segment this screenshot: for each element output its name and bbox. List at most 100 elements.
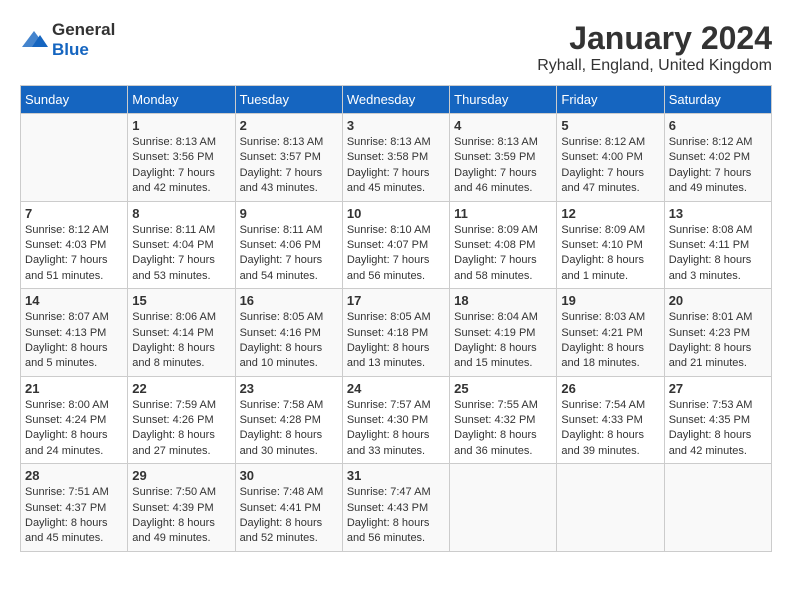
day-number: 23: [240, 381, 338, 396]
calendar-table: SundayMondayTuesdayWednesdayThursdayFrid…: [20, 85, 772, 552]
day-info: Sunrise: 8:12 AMSunset: 4:02 PMDaylight:…: [669, 135, 767, 197]
day-info: Sunrise: 8:04 AMSunset: 4:19 PMDaylight:…: [454, 310, 552, 372]
calendar-cell: 28 Sunrise: 7:51 AMSunset: 4:37 PMDayligh…: [21, 464, 128, 552]
calendar-week-4: 21 Sunrise: 8:00 AMSunset: 4:24 PMDayligh…: [21, 376, 772, 464]
day-number: 2: [240, 118, 338, 133]
day-info: Sunrise: 8:12 AMSunset: 4:03 PMDaylight:…: [25, 223, 123, 285]
calendar-week-1: 1 Sunrise: 8:13 AMSunset: 3:56 PMDaylight…: [21, 114, 772, 202]
calendar-header-row: SundayMondayTuesdayWednesdayThursdayFrid…: [21, 86, 772, 114]
calendar-cell: 1 Sunrise: 8:13 AMSunset: 3:56 PMDaylight…: [128, 114, 235, 202]
calendar-cell: 27Sunrise: 7:53 AMSunset: 4:35 PMDayligh…: [664, 376, 771, 464]
calendar-cell: 3Sunrise: 8:13 AMSunset: 3:58 PMDaylight…: [342, 114, 449, 202]
day-info: Sunrise: 7:58 AMSunset: 4:28 PMDaylight:…: [240, 398, 338, 460]
page-subtitle: Ryhall, England, United Kingdom: [537, 57, 772, 75]
day-number: 24: [347, 381, 445, 396]
day-number: 12: [561, 206, 659, 221]
page-title: January 2024: [537, 20, 772, 57]
calendar-cell: 9 Sunrise: 8:11 AMSunset: 4:06 PMDaylight…: [235, 201, 342, 289]
calendar-cell: 21 Sunrise: 8:00 AMSunset: 4:24 PMDayligh…: [21, 376, 128, 464]
day-number: 5: [561, 118, 659, 133]
day-info: Sunrise: 8:08 AMSunset: 4:11 PMDaylight:…: [669, 223, 767, 285]
calendar-cell: 14 Sunrise: 8:07 AMSunset: 4:13 PMDayligh…: [21, 289, 128, 377]
calendar-cell: 30 Sunrise: 7:48 AMSunset: 4:41 PMDayligh…: [235, 464, 342, 552]
day-info: Sunrise: 8:05 AMSunset: 4:16 PMDaylight:…: [240, 310, 338, 372]
day-number: 7: [25, 206, 123, 221]
calendar-cell: 6 Sunrise: 8:12 AMSunset: 4:02 PMDaylight…: [664, 114, 771, 202]
day-number: 10: [347, 206, 445, 221]
calendar-cell: 23 Sunrise: 7:58 AMSunset: 4:28 PMDayligh…: [235, 376, 342, 464]
day-info: Sunrise: 7:57 AMSunset: 4:30 PMDaylight:…: [347, 398, 445, 460]
calendar-cell: 15 Sunrise: 8:06 AMSunset: 4:14 PMDayligh…: [128, 289, 235, 377]
day-number: 17: [347, 293, 445, 308]
day-info: Sunrise: 7:54 AMSunset: 4:33 PMDaylight:…: [561, 398, 659, 460]
day-info: Sunrise: 8:07 AMSunset: 4:13 PMDaylight:…: [25, 310, 123, 372]
column-header-saturday: Saturday: [664, 86, 771, 114]
column-header-tuesday: Tuesday: [235, 86, 342, 114]
day-info: Sunrise: 8:10 AMSunset: 4:07 PMDaylight:…: [347, 223, 445, 285]
column-header-wednesday: Wednesday: [342, 86, 449, 114]
day-number: 9: [240, 206, 338, 221]
day-number: 19: [561, 293, 659, 308]
column-header-monday: Monday: [128, 86, 235, 114]
day-number: 20: [669, 293, 767, 308]
day-info: Sunrise: 8:11 AMSunset: 4:04 PMDaylight:…: [132, 223, 230, 285]
column-header-thursday: Thursday: [450, 86, 557, 114]
day-number: 6: [669, 118, 767, 133]
day-number: 29: [132, 468, 230, 483]
calendar-cell: [664, 464, 771, 552]
column-header-friday: Friday: [557, 86, 664, 114]
calendar-cell: 26Sunrise: 7:54 AMSunset: 4:33 PMDayligh…: [557, 376, 664, 464]
calendar-cell: 13 Sunrise: 8:08 AMSunset: 4:11 PMDayligh…: [664, 201, 771, 289]
day-info: Sunrise: 7:59 AMSunset: 4:26 PMDaylight:…: [132, 398, 230, 460]
calendar-cell: 12 Sunrise: 8:09 AMSunset: 4:10 PMDayligh…: [557, 201, 664, 289]
logo-icon: [20, 29, 48, 51]
calendar-cell: 24 Sunrise: 7:57 AMSunset: 4:30 PMDayligh…: [342, 376, 449, 464]
calendar-cell: [557, 464, 664, 552]
day-info: Sunrise: 7:51 AMSunset: 4:37 PMDaylight:…: [25, 485, 123, 547]
day-info: Sunrise: 8:09 AMSunset: 4:08 PMDaylight:…: [454, 223, 552, 285]
day-number: 27: [669, 381, 767, 396]
calendar-cell: 31 Sunrise: 7:47 AMSunset: 4:43 PMDayligh…: [342, 464, 449, 552]
calendar-week-3: 14 Sunrise: 8:07 AMSunset: 4:13 PMDayligh…: [21, 289, 772, 377]
day-info: Sunrise: 8:01 AMSunset: 4:23 PMDaylight:…: [669, 310, 767, 372]
day-info: Sunrise: 8:12 AMSunset: 4:00 PMDaylight:…: [561, 135, 659, 197]
day-number: 30: [240, 468, 338, 483]
page-header: General Blue January 2024 Ryhall, Englan…: [20, 20, 772, 75]
day-number: 21: [25, 381, 123, 396]
calendar-week-5: 28 Sunrise: 7:51 AMSunset: 4:37 PMDayligh…: [21, 464, 772, 552]
day-number: 13: [669, 206, 767, 221]
day-info: Sunrise: 8:03 AMSunset: 4:21 PMDaylight:…: [561, 310, 659, 372]
day-number: 1: [132, 118, 230, 133]
day-info: Sunrise: 7:55 AMSunset: 4:32 PMDaylight:…: [454, 398, 552, 460]
calendar-cell: 5 Sunrise: 8:12 AMSunset: 4:00 PMDaylight…: [557, 114, 664, 202]
calendar-cell: 18Sunrise: 8:04 AMSunset: 4:19 PMDayligh…: [450, 289, 557, 377]
calendar-cell: 16 Sunrise: 8:05 AMSunset: 4:16 PMDayligh…: [235, 289, 342, 377]
logo-general: General: [52, 20, 115, 39]
calendar-cell: 29Sunrise: 7:50 AMSunset: 4:39 PMDayligh…: [128, 464, 235, 552]
calendar-cell: 10 Sunrise: 8:10 AMSunset: 4:07 PMDayligh…: [342, 201, 449, 289]
calendar-cell: [21, 114, 128, 202]
day-info: Sunrise: 8:00 AMSunset: 4:24 PMDaylight:…: [25, 398, 123, 460]
calendar-cell: 2Sunrise: 8:13 AMSunset: 3:57 PMDaylight…: [235, 114, 342, 202]
day-number: 15: [132, 293, 230, 308]
calendar-cell: 22Sunrise: 7:59 AMSunset: 4:26 PMDayligh…: [128, 376, 235, 464]
day-info: Sunrise: 8:13 AMSunset: 3:56 PMDaylight:…: [132, 135, 230, 197]
day-info: Sunrise: 8:09 AMSunset: 4:10 PMDaylight:…: [561, 223, 659, 285]
logo: General Blue: [20, 20, 115, 60]
day-number: 14: [25, 293, 123, 308]
day-info: Sunrise: 8:11 AMSunset: 4:06 PMDaylight:…: [240, 223, 338, 285]
day-info: Sunrise: 8:05 AMSunset: 4:18 PMDaylight:…: [347, 310, 445, 372]
day-number: 25: [454, 381, 552, 396]
day-info: Sunrise: 7:47 AMSunset: 4:43 PMDaylight:…: [347, 485, 445, 547]
calendar-cell: 8Sunrise: 8:11 AMSunset: 4:04 PMDaylight…: [128, 201, 235, 289]
day-number: 4: [454, 118, 552, 133]
calendar-cell: 4Sunrise: 8:13 AMSunset: 3:59 PMDaylight…: [450, 114, 557, 202]
calendar-cell: 7 Sunrise: 8:12 AMSunset: 4:03 PMDaylight…: [21, 201, 128, 289]
calendar-cell: 17 Sunrise: 8:05 AMSunset: 4:18 PMDayligh…: [342, 289, 449, 377]
day-number: 28: [25, 468, 123, 483]
day-number: 16: [240, 293, 338, 308]
day-info: Sunrise: 7:48 AMSunset: 4:41 PMDaylight:…: [240, 485, 338, 547]
title-block: January 2024 Ryhall, England, United Kin…: [537, 20, 772, 75]
day-info: Sunrise: 8:06 AMSunset: 4:14 PMDaylight:…: [132, 310, 230, 372]
day-number: 31: [347, 468, 445, 483]
